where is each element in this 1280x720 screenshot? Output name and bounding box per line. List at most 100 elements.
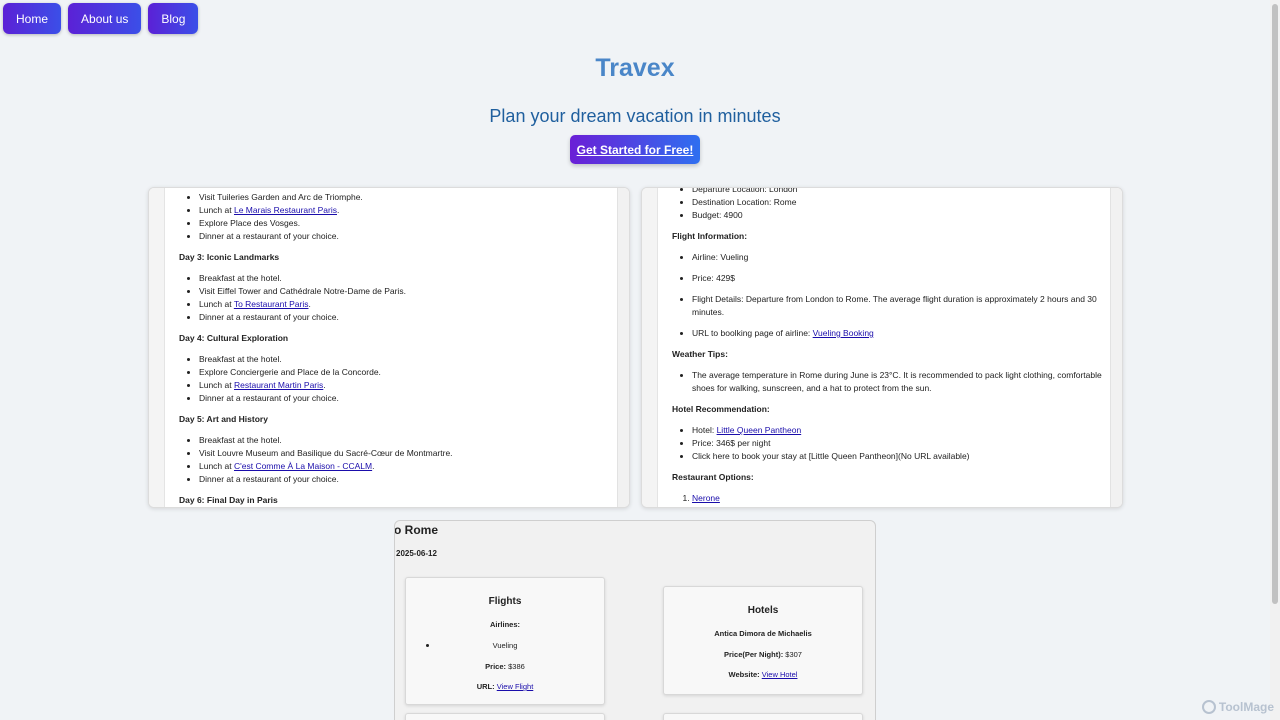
flights-card: Flights Airlines: Vueling Price: $386 UR… [405,577,605,705]
get-started-button[interactable]: Get Started for Free! [570,135,700,164]
hotel-price: Price(Per Night): $307 [664,650,862,659]
list-item: Dinner at a restaurant of your choice. [199,473,609,486]
item-text: Budget: 4900 [692,210,743,220]
flight-url: URL: View Flight [406,682,604,691]
item-text: The average temperature in Rome during J… [692,370,1102,393]
hotels-card-title: Hotels [747,605,779,616]
hotels-card-next [663,713,863,720]
item-text: Breakfast at the hotel. [199,273,282,283]
item-prefix: URL to boolking page of airline: [692,328,813,338]
list-item: Lunch at C'est Comme À La Maison - CCALM… [199,460,609,473]
day-activity-list: Breakfast at the hotel. Visit Eiffel Towe… [199,272,609,324]
item-link[interactable]: Restaurant Martin Paris [234,380,323,390]
flights-card-next [405,713,605,720]
list-item: Breakfast at the hotel. [199,272,609,285]
hotel-recommendation-list: Hotel: Little Queen PantheonPrice: 346$ … [692,424,1102,463]
list-item: Visit Eiffel Tower and Cathédrale Notre-… [199,285,609,298]
item-link[interactable]: C'est Comme À La Maison - CCALM [234,461,372,471]
list-item: Flight Details: Departure from London to… [692,293,1102,319]
item-text: Dinner at a restaurant of your choice. [199,312,339,322]
panel-gutter [642,188,658,507]
item-link[interactable]: To Restaurant Paris [234,299,309,309]
item-link[interactable]: Le Marais Restaurant Paris [234,205,337,215]
day-title: Day 3: Iconic Landmarks [179,252,280,262]
item-text: Departure Location: London [692,187,798,194]
restaurant-link[interactable]: Nerone [692,493,720,503]
item-prefix: Hotel: [692,425,717,435]
list-item: Explore Conciergerie and Place de la Con… [199,366,609,379]
flights-card-title: Flights [488,596,522,607]
itinerary-content: Visit Tuileries Garden and Arc de Triomp… [179,191,609,507]
day-activity-list: Visit Tuileries Garden and Arc de Triomp… [199,191,609,243]
day-activity-list: Breakfast at the hotel. Visit Louvre Muse… [199,434,609,486]
airlines-label: Airlines: [489,620,520,629]
view-hotel-link[interactable]: View Hotel [762,670,798,679]
list-item: Budget: 4900 [692,209,1102,222]
restaurant-item: Nerone [692,492,1102,505]
item-text: Explore Place des Vosges. [199,218,301,228]
panel-scrollbar[interactable] [1110,188,1122,507]
day-title: Day 4: Cultural Exploration [179,333,289,343]
hotels-card: Hotels Antica Dimora de Michaelis Price(… [663,586,863,695]
watermark-text: ToolMage [1218,700,1274,714]
item-text: Price: 429$ [692,273,735,283]
brand-title: Travex [595,54,675,82]
list-item: The average temperature in Rome during J… [692,369,1102,395]
panel-gutter [149,188,165,507]
item-text: Breakfast at the hotel. [199,435,282,445]
item-text: Visit Eiffel Tower and Cathédrale Notre-… [199,286,406,296]
hotel-recommendation-title: Hotel Recommendation: [672,404,770,414]
list-item: URL to boolking page of airline: Vueling… [692,327,1102,340]
list-item: Breakfast at the hotel. [199,434,609,447]
page-scrollbar[interactable] [1270,0,1280,720]
list-item: Hotel: Little Queen Pantheon [692,424,1102,437]
item-link[interactable]: Vueling Booking [813,328,874,338]
page-scrollbar-thumb[interactable] [1272,4,1278,604]
item-text: Price: 346$ per night [692,438,771,448]
item-text: Airline: Vueling [692,252,749,262]
item-text: Dinner at a restaurant of your choice. [199,474,339,484]
flight-price: Price: $386 [406,662,604,671]
list-item: Dinner at a restaurant of your choice. [199,230,609,243]
day-title: Day 6: Final Day in Paris [179,495,278,505]
flight-price-value: $386 [506,662,525,671]
list-item: Dinner at a restaurant of your choice. [199,311,609,324]
item-text: Dinner at a restaurant of your choice. [199,231,339,241]
trip-title: o Rome [394,523,439,537]
hotel-website: Website: View Hotel [664,670,862,679]
nav-blog-button[interactable]: Blog [148,3,199,34]
itinerary-panel-rome[interactable]: Departure Location: London Destination Lo… [641,187,1123,508]
panel-scrollbar[interactable] [617,188,629,507]
item-link[interactable]: Little Queen Pantheon [717,425,802,435]
top-nav: Home About us Blog [3,3,199,34]
airline-name: Vueling [492,641,518,650]
flight-url-label: URL: [476,682,495,691]
nav-home-button[interactable]: Home [3,3,62,34]
list-item: Price: 429$ [692,272,1102,285]
item-suffix: . [336,205,340,215]
list-item: Breakfast at the hotel. [199,353,609,366]
item-text: Breakfast at the hotel. [199,354,282,364]
day-title: Day 5: Art and History [179,414,268,424]
item-suffix: . [323,380,326,390]
list-item: Visit Tuileries Garden and Arc de Triomp… [199,191,609,204]
item-suffix: . [308,299,311,309]
item-prefix: Lunch at [199,299,234,309]
itinerary-panel-paris[interactable]: Visit Tuileries Garden and Arc de Triomp… [148,187,630,508]
nav-about-button[interactable]: About us [68,3,142,34]
trip-summary-list: Departure Location: London Destination Lo… [692,187,1102,222]
weather-tips-title: Weather Tips: [672,349,728,359]
watermark: ToolMage [1201,700,1274,714]
view-flight-link[interactable]: View Flight [497,682,534,691]
hotel-price-label: Price(Per Night): [724,650,784,659]
list-item: Click here to book your stay at [Little … [692,450,1102,463]
restaurant-options-list: Nerone [692,492,1102,505]
list-item: Price: 346$ per night [692,437,1102,450]
trip-date: 2025-06-12 [396,549,437,558]
flight-price-label: Price: [485,662,507,671]
itinerary-content: Departure Location: London Destination Lo… [672,187,1102,505]
watermark-icon [1201,700,1216,714]
item-prefix: Lunch at [199,205,234,215]
item-text: Explore Conciergerie and Place de la Con… [199,367,381,377]
list-item: Airline: Vueling [692,251,1102,264]
